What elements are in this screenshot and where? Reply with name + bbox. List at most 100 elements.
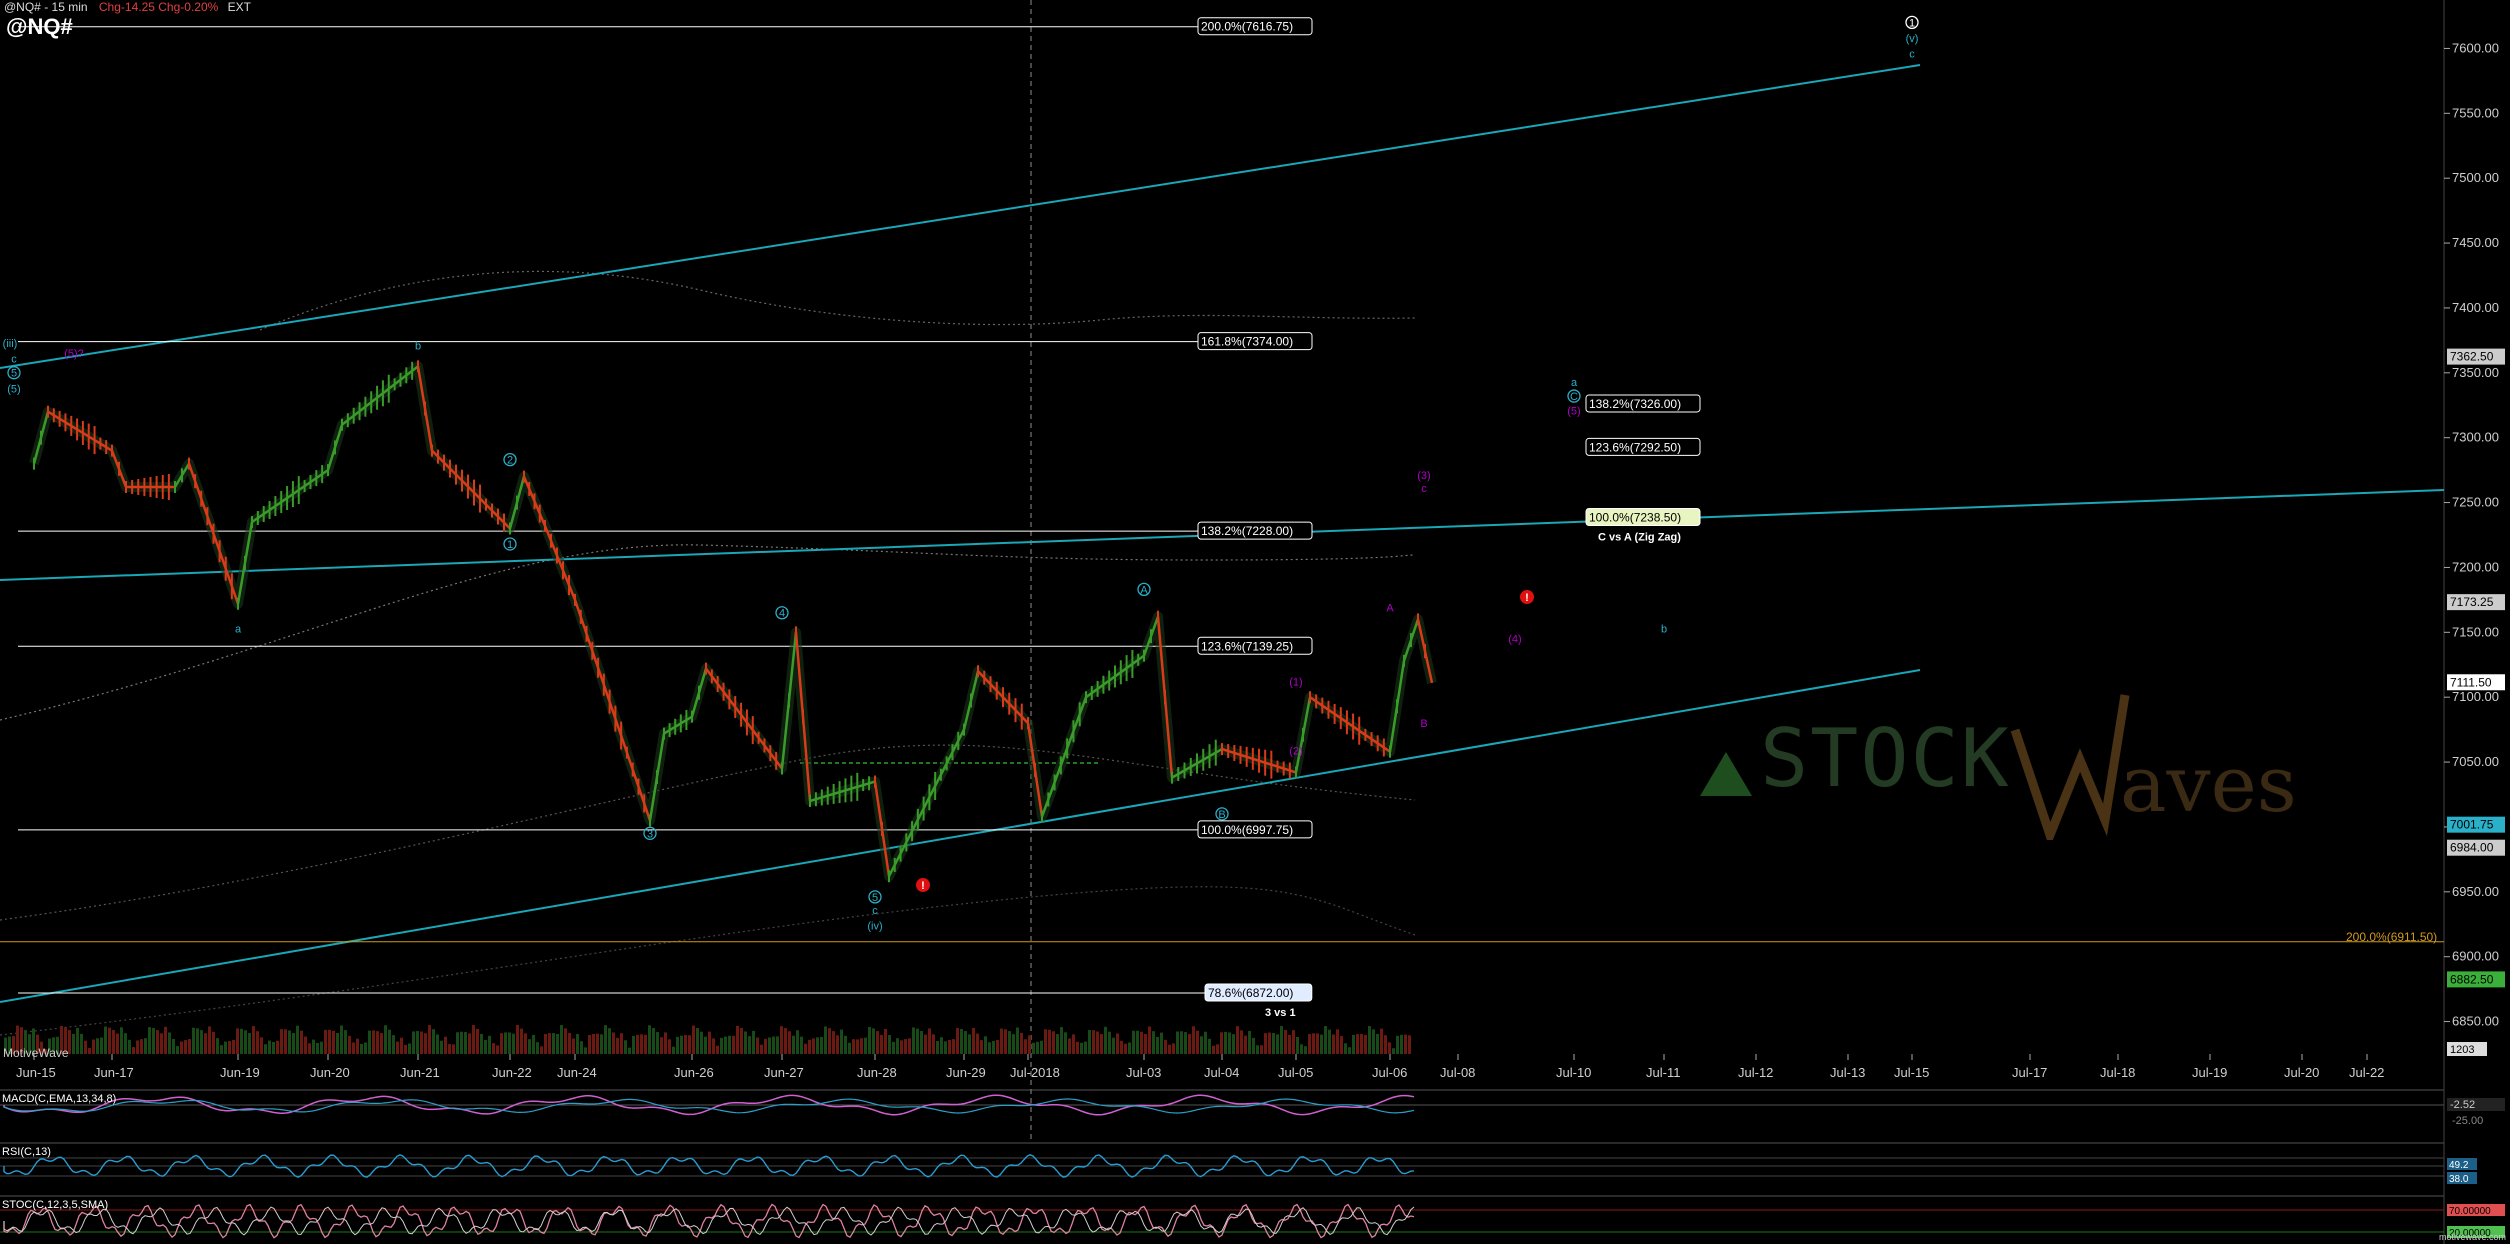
x-tick-label: Jun-20 bbox=[310, 1065, 350, 1080]
volume-bar bbox=[644, 1034, 647, 1054]
y-tick-label: 7450.00 bbox=[2452, 235, 2499, 250]
volume-bar bbox=[984, 1036, 987, 1054]
y-tick-label: 7050.00 bbox=[2452, 754, 2499, 769]
volume-bar bbox=[548, 1033, 551, 1054]
volume-bar bbox=[484, 1039, 487, 1054]
volume-bar bbox=[432, 1029, 435, 1054]
wave-label: (5)? bbox=[64, 348, 84, 360]
volume-bar bbox=[1108, 1031, 1111, 1054]
wave-label: C bbox=[1570, 391, 1578, 403]
volume-bar bbox=[1024, 1039, 1027, 1054]
x-tick-label: Jun-15 bbox=[16, 1065, 56, 1080]
volume-bar bbox=[280, 1029, 283, 1054]
volume-bar bbox=[612, 1032, 615, 1054]
volume-bar bbox=[580, 1041, 583, 1054]
volume-bar bbox=[620, 1033, 623, 1054]
wave-label: 5 bbox=[872, 892, 878, 904]
volume-bar bbox=[964, 1031, 967, 1054]
chart-background bbox=[0, 0, 2510, 1244]
volume-bar bbox=[904, 1039, 907, 1054]
price-chart[interactable]: 6850.006900.006950.007000.007050.007100.… bbox=[0, 0, 2510, 1244]
volume-bar bbox=[328, 1029, 331, 1054]
volume-bar bbox=[368, 1030, 371, 1054]
watermark-w-icon bbox=[2010, 694, 2130, 840]
volume-bar bbox=[168, 1032, 171, 1054]
volume-bar bbox=[920, 1031, 923, 1054]
wave-label: 4 bbox=[779, 608, 785, 620]
volume-bar bbox=[748, 1036, 751, 1054]
volume-bar bbox=[768, 1037, 771, 1054]
volume-bar bbox=[1104, 1026, 1107, 1054]
volume-bar bbox=[440, 1040, 443, 1054]
volume-bar bbox=[604, 1025, 607, 1054]
volume-bar bbox=[1200, 1036, 1203, 1054]
volume-bar bbox=[100, 1037, 103, 1054]
volume-bar bbox=[832, 1031, 835, 1054]
x-tick-label: Jul-12 bbox=[1738, 1065, 1773, 1080]
volume-bar bbox=[664, 1032, 667, 1054]
volume-bar bbox=[896, 1038, 899, 1054]
volume-bar bbox=[996, 1039, 999, 1054]
volume-bar bbox=[1160, 1032, 1163, 1054]
watermark-text: STOCK bbox=[1760, 712, 2011, 805]
volume-bar bbox=[492, 1043, 495, 1054]
volume-bar bbox=[1268, 1032, 1271, 1054]
fib-note: 3 vs 1 bbox=[1265, 1007, 1296, 1019]
volume-bar bbox=[1344, 1043, 1347, 1054]
volume-bar bbox=[512, 1033, 515, 1054]
x-tick-label: Jul-18 bbox=[2100, 1065, 2135, 1080]
stockwaves-watermark: STOCK aves bbox=[1700, 690, 2320, 850]
volume-bar bbox=[1184, 1032, 1187, 1054]
volume-bar bbox=[1012, 1034, 1015, 1054]
volume-bar bbox=[1128, 1042, 1131, 1054]
volume-bar bbox=[316, 1042, 319, 1054]
volume-bar bbox=[588, 1034, 591, 1054]
volume-bar bbox=[764, 1038, 767, 1054]
volume-bar bbox=[1392, 1048, 1395, 1054]
volume-bar bbox=[788, 1031, 791, 1054]
volume-bar bbox=[424, 1033, 427, 1054]
volume-bar bbox=[744, 1031, 747, 1054]
volume-bar bbox=[812, 1038, 815, 1054]
volume-bar bbox=[688, 1035, 691, 1054]
volume-bar bbox=[256, 1031, 259, 1054]
volume-bar bbox=[1332, 1034, 1335, 1054]
wave-label: (1) bbox=[1289, 677, 1302, 689]
alert-icon-mark: ! bbox=[1525, 592, 1529, 604]
volume-bar bbox=[1176, 1031, 1179, 1054]
volume-bar bbox=[720, 1037, 723, 1054]
volume-bar bbox=[476, 1028, 479, 1054]
volume-bar bbox=[472, 1025, 475, 1054]
x-tick-label: Jul-11 bbox=[1646, 1065, 1680, 1080]
y-tick-label: 7100.00 bbox=[2452, 689, 2499, 704]
volume-bar bbox=[208, 1026, 211, 1054]
volume-bar bbox=[84, 1040, 87, 1054]
chart-header: @NQ# - 15 min Chg-14.25 Chg-0.20% EXT bbox=[4, 0, 251, 14]
x-tick-label: Jul-04 bbox=[1204, 1065, 1239, 1080]
volume-bar bbox=[816, 1037, 819, 1054]
volume-bar bbox=[600, 1034, 603, 1054]
fib-label: 200.0%(6911.50) bbox=[2346, 930, 2437, 944]
volume-bar bbox=[1280, 1026, 1283, 1054]
volume-bar bbox=[248, 1033, 251, 1054]
volume-bar bbox=[684, 1035, 687, 1054]
volume-bar bbox=[992, 1040, 995, 1054]
volume-bar bbox=[1348, 1047, 1351, 1054]
volume-bar bbox=[1336, 1029, 1339, 1054]
volume-bar bbox=[796, 1030, 799, 1054]
x-tick-label: Jul-2018 bbox=[1010, 1065, 1060, 1080]
volume-bar bbox=[1320, 1034, 1323, 1054]
volume-bar bbox=[800, 1036, 803, 1054]
volume-bar bbox=[496, 1045, 499, 1054]
volume-bar bbox=[108, 1027, 111, 1054]
volume-bar bbox=[416, 1031, 419, 1054]
wave-label: 5 bbox=[11, 368, 17, 380]
volume-bar bbox=[184, 1040, 187, 1054]
wave-label: b bbox=[415, 340, 421, 352]
price-marker-label: 6984.00 bbox=[2450, 841, 2494, 855]
volume-bar bbox=[1272, 1032, 1275, 1054]
volume-bar bbox=[976, 1033, 979, 1054]
fib-label: 78.6%(6872.00) bbox=[1208, 986, 1293, 1000]
volume-bar bbox=[932, 1034, 935, 1054]
volume-bar bbox=[232, 1039, 235, 1054]
